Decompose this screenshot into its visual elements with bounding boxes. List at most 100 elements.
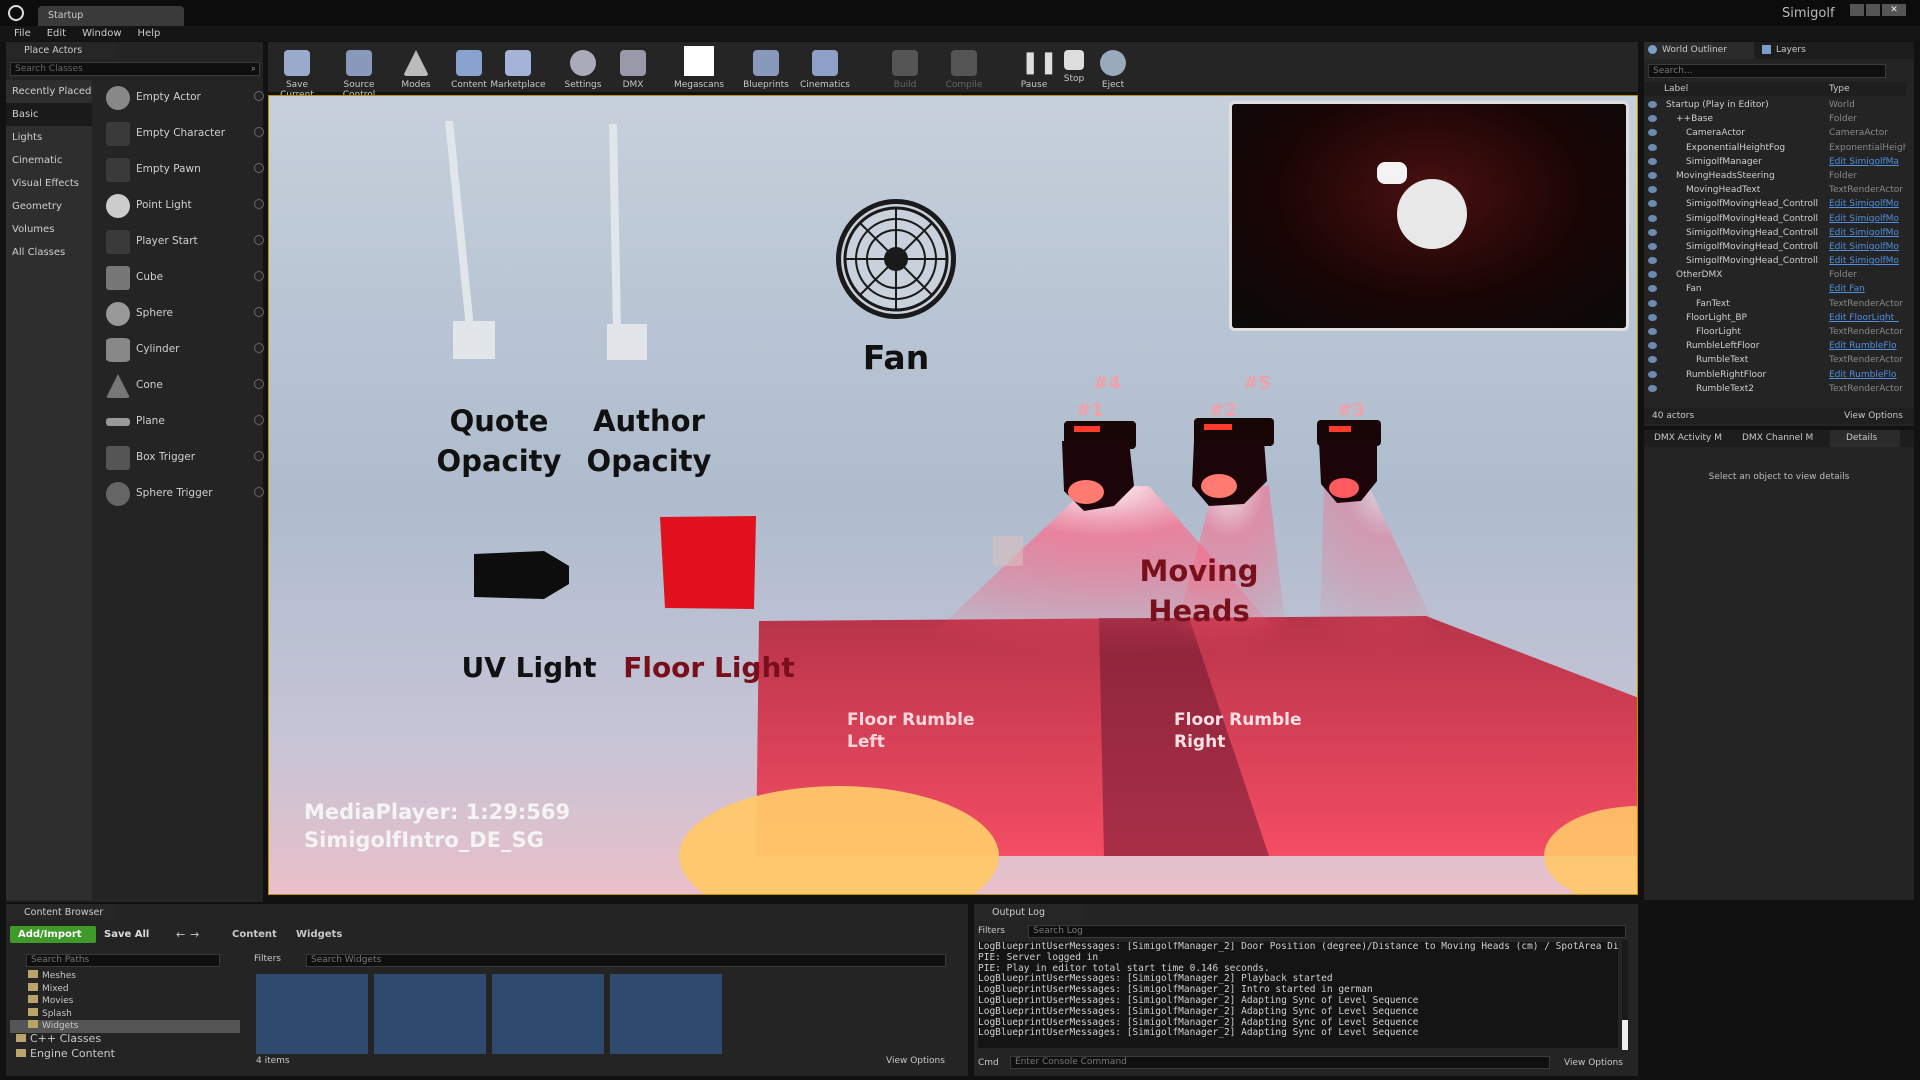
outliner-row[interactable]: FanText TextRenderActor [1644,297,1906,311]
outliner-row-type[interactable]: Edit SimigolfMo [1829,254,1899,268]
outliner-row[interactable]: FloorLight_BP Edit FloorLight_ [1644,311,1906,325]
visibility-eye-icon[interactable] [1648,285,1657,293]
help-icon[interactable] [254,487,264,497]
help-icon[interactable] [254,163,264,173]
help-icon[interactable] [254,91,264,101]
tab-dmx-activity[interactable]: DMX Activity M [1654,433,1722,443]
asset-tile[interactable] [374,974,486,1054]
outliner-row[interactable]: FloorLight TextRenderActor [1644,325,1906,339]
outliner-row-type[interactable]: Edit RumbleFlo [1829,368,1897,382]
help-icon[interactable] [254,127,264,137]
actor-item-empty-character[interactable]: Empty Character [98,116,268,152]
tab-details[interactable]: Details [1830,430,1900,447]
place-actors-tab[interactable]: Place Actors [6,42,116,59]
visibility-eye-icon[interactable] [1648,171,1657,179]
visibility-eye-icon[interactable] [1648,101,1657,108]
actor-item-player-start[interactable]: Player Start [98,224,268,260]
visibility-eye-icon[interactable] [1648,214,1657,222]
outliner-row[interactable]: SimigolfMovingHead_Controll Edit Simigolf… [1644,226,1906,240]
outliner-row[interactable]: SimigolfMovingHead_Controll Edit Simigolf… [1644,240,1906,254]
level-viewport[interactable]: Quote Opacity Author Opacity Fan UV Ligh… [268,95,1638,895]
outliner-row[interactable]: ExponentialHeightFog ExponentialHeigh [1644,141,1906,155]
help-icon[interactable] [254,271,264,281]
category-recently-placed[interactable]: Recently Placed [6,80,92,103]
help-icon[interactable] [254,235,264,245]
close-button[interactable]: ✕ [1882,4,1906,16]
outliner-row-type[interactable]: Edit SimigolfMo [1829,240,1899,254]
help-icon[interactable] [254,379,264,389]
folder-tree-item[interactable]: Mixed [10,982,240,996]
help-icon[interactable] [254,307,264,317]
outliner-row[interactable]: ++Base Folder [1644,112,1906,126]
column-type[interactable]: Type [1829,82,1850,96]
filters-button[interactable]: Filters [254,954,304,967]
visibility-eye-icon[interactable] [1648,157,1657,165]
outliner-row[interactable]: SimigolfMovingHead_Controll Edit Simigolf… [1644,212,1906,226]
visibility-eye-icon[interactable] [1648,200,1657,208]
menu-window[interactable]: Window [74,26,129,41]
visibility-eye-icon[interactable] [1648,299,1657,307]
actor-item-point-light[interactable]: Point Light [98,188,268,224]
tab-dmx-channel[interactable]: DMX Channel M [1742,433,1813,443]
help-icon[interactable] [254,343,264,353]
cb-view-options[interactable]: View Options [886,1056,945,1066]
breadcrumb-widgets[interactable]: Widgets [296,929,342,940]
asset-tile[interactable] [256,974,368,1054]
log-filters-button[interactable]: Filters [978,926,1022,936]
outliner-search-input[interactable]: Search... [1648,64,1886,78]
folder-tree-item[interactable]: C++ Classes [10,1032,240,1048]
outliner-row[interactable]: Startup (Play in Editor) World [1644,98,1906,112]
visibility-eye-icon[interactable] [1648,342,1657,350]
actor-item-cone[interactable]: Cone [98,368,268,404]
outliner-row[interactable]: RumbleText2 TextRenderActor [1644,382,1906,396]
actor-item-sphere[interactable]: Sphere [98,296,268,332]
level-tab[interactable]: Startup [38,6,184,26]
visibility-eye-icon[interactable] [1648,115,1657,123]
visibility-eye-icon[interactable] [1648,328,1657,335]
visibility-eye-icon[interactable] [1648,228,1657,236]
search-widgets-input[interactable]: Search Widgets [306,954,946,967]
visibility-eye-icon[interactable] [1648,257,1657,265]
actor-item-cube[interactable]: Cube [98,260,268,296]
save-all-button[interactable]: Save All [104,926,164,943]
outliner-row-type[interactable]: Edit SimigolfMa [1829,155,1899,169]
outliner-row[interactable]: OtherDMX Folder [1644,268,1906,282]
menu-file[interactable]: File [6,26,39,41]
asset-tile[interactable] [492,974,604,1054]
search-log-input[interactable]: Search Log [1028,925,1626,938]
help-icon[interactable] [254,415,264,425]
tab-world-outliner[interactable]: World Outliner [1644,42,1754,59]
outliner-view-options[interactable]: View Options [1844,408,1903,424]
actor-item-empty-pawn[interactable]: Empty Pawn [98,152,268,188]
visibility-eye-icon[interactable] [1648,384,1657,392]
outliner-row[interactable]: SimigolfManager Edit SimigolfMa [1644,155,1906,169]
column-label[interactable]: Label [1664,82,1688,96]
cmd-dropdown[interactable]: Cmd [978,1058,999,1068]
outliner-row-type[interactable]: Edit FloorLight_ [1829,311,1899,325]
outliner-row[interactable]: SimigolfMovingHead_Controll Edit Simigolf… [1644,197,1906,211]
breadcrumb-content[interactable]: Content [232,929,277,940]
outliner-row-type[interactable]: Edit SimigolfMo [1829,212,1899,226]
actor-item-cylinder[interactable]: Cylinder [98,332,268,368]
outliner-row[interactable]: Fan Edit Fan [1644,282,1906,296]
minimize-button[interactable] [1850,4,1864,16]
visibility-eye-icon[interactable] [1648,370,1657,378]
category-all-classes[interactable]: All Classes [6,241,92,264]
help-icon[interactable] [254,451,264,461]
console-command-input[interactable]: Enter Console Command [1010,1056,1550,1069]
help-icon[interactable] [254,199,264,209]
search-paths-input[interactable]: Search Paths [26,954,220,967]
outliner-row[interactable]: MovingHeadText TextRenderActor [1644,183,1906,197]
content-browser-tab[interactable]: Content Browser [6,904,116,921]
category-visual-effects[interactable]: Visual Effects [6,172,92,195]
search-classes-input[interactable]: Search Classes ⌕ [10,62,260,76]
outliner-row-type[interactable]: Edit SimigolfMo [1829,197,1899,211]
menu-help[interactable]: Help [130,26,169,41]
outliner-row[interactable]: RumbleLeftFloor Edit RumbleFlo [1644,339,1906,353]
category-basic[interactable]: Basic [6,103,92,126]
category-lights[interactable]: Lights [6,126,92,149]
output-log-tab[interactable]: Output Log [974,904,1084,921]
actor-item-sphere-trigger[interactable]: Sphere Trigger [98,476,268,512]
outliner-row-type[interactable]: Edit SimigolfMo [1829,226,1899,240]
outliner-row-type[interactable]: Edit Fan [1829,282,1865,296]
